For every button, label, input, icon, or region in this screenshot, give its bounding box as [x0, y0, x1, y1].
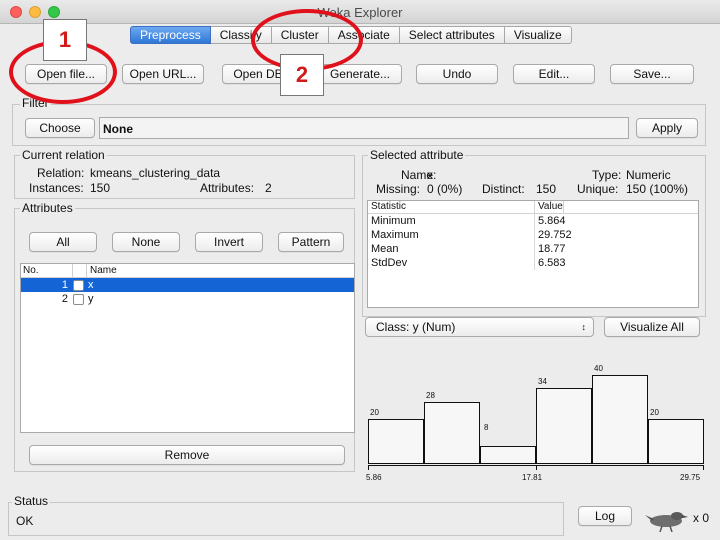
attribute-name: y	[88, 293, 94, 305]
table-row[interactable]: Maximum 29.752	[368, 228, 698, 242]
histogram-bar-label: 34	[538, 377, 547, 386]
status-label: Status	[12, 494, 51, 508]
attribute-name: x	[88, 279, 94, 291]
instances-label: Instances:	[29, 181, 84, 195]
attr-unique-label: Unique:	[577, 182, 619, 196]
statistic-value: 18.77	[538, 243, 566, 255]
statistics-table: Statistic Value Minimum 5.864 Maximum 29…	[367, 200, 699, 308]
attribute-checkbox[interactable]	[73, 279, 84, 291]
histogram-tick	[703, 465, 704, 470]
table-row[interactable]: Minimum 5.864	[368, 214, 698, 228]
attributes-table-header: No. Name	[21, 264, 354, 278]
invert-selection-button[interactable]: Invert	[195, 232, 263, 252]
filter-value-field[interactable]: None	[99, 117, 629, 139]
current-relation-label: Current relation	[20, 148, 107, 162]
statistic-value: 6.583	[538, 257, 566, 269]
log-button[interactable]: Log	[578, 506, 632, 526]
weka-bird-icon[interactable]	[644, 506, 688, 533]
attributes-table: No. Name 1 x 2 y	[20, 263, 355, 433]
histogram-tick	[368, 465, 369, 470]
histogram-bar	[648, 419, 704, 464]
save-button[interactable]: Save...	[610, 64, 694, 84]
attr-missing-label: Missing:	[376, 182, 421, 196]
statistic-name: StdDev	[368, 256, 535, 270]
open-url-button[interactable]: Open URL...	[122, 64, 204, 84]
histogram-bar-label: 40	[594, 364, 603, 373]
x-tick-min: 5.86	[366, 473, 382, 482]
histogram-plot: 20 28 8 34 40 20	[362, 345, 706, 485]
attr-distinct-value: 150	[536, 182, 557, 196]
column-header-value[interactable]: Value	[535, 201, 564, 213]
class-select-value: Class: y (Num)	[376, 320, 456, 334]
window-title: Weka Explorer	[317, 5, 403, 20]
column-header-checkbox	[73, 264, 87, 277]
task-count: x 0	[693, 511, 710, 525]
pattern-button[interactable]: Pattern	[278, 232, 344, 252]
attr-distinct-label: Distinct:	[482, 182, 525, 196]
attr-missing-value: 0 (0%)	[427, 182, 463, 196]
table-row[interactable]: Mean 18.77	[368, 242, 698, 256]
table-row[interactable]: 1 x	[21, 278, 354, 292]
statistics-table-header: Statistic Value	[368, 201, 698, 214]
histogram-bar	[592, 375, 648, 464]
status-panel	[8, 502, 564, 536]
histogram-bar-label: 8	[484, 423, 489, 432]
relation-value: kmeans_clustering_data	[90, 166, 221, 180]
tab-select-attributes[interactable]: Select attributes	[399, 26, 505, 44]
apply-filter-button[interactable]: Apply	[636, 118, 698, 138]
annotation-number-two: 2	[280, 54, 324, 96]
histogram-bar	[480, 446, 536, 464]
histogram-tick	[536, 465, 537, 470]
x-tick-max: 29.75	[680, 473, 701, 482]
tab-preprocess[interactable]: Preprocess	[130, 26, 211, 44]
attributes-count-value: 2	[265, 181, 272, 195]
column-header-no[interactable]: No.	[21, 264, 73, 277]
choose-filter-button[interactable]: Choose	[25, 118, 95, 138]
table-row[interactable]: StdDev 6.583	[368, 256, 698, 270]
statistic-value: 29.752	[538, 229, 572, 241]
status-text: OK	[16, 514, 34, 528]
column-header-statistic[interactable]: Statistic	[368, 201, 535, 213]
attr-type-label: Type:	[592, 168, 622, 182]
select-none-button[interactable]: None	[112, 232, 180, 252]
class-attribute-select[interactable]: Class: y (Num) ↕	[365, 317, 594, 337]
x-tick-mid: 17.81	[522, 473, 543, 482]
attribute-number: 1	[61, 279, 68, 291]
histogram-bar-label: 28	[426, 391, 435, 400]
histogram[interactable]: 20 28 8 34 40 20 5.86 17.81 29.75	[362, 345, 706, 485]
annotation-number-one: 1	[43, 19, 87, 61]
statistic-name: Mean	[368, 242, 535, 256]
statistic-name: Maximum	[368, 228, 535, 242]
attribute-number: 2	[61, 293, 68, 305]
histogram-bar	[424, 402, 480, 464]
statistic-name: Minimum	[368, 214, 535, 228]
attributes-label: Attributes	[20, 201, 75, 215]
attr-type-value: Numeric	[626, 168, 671, 182]
attr-unique-value: 150 (100%)	[626, 182, 689, 196]
instances-value: 150	[90, 181, 111, 195]
histogram-bar	[368, 419, 424, 464]
visualize-all-button[interactable]: Visualize All	[604, 317, 700, 337]
selected-attribute-label: Selected attribute	[368, 148, 466, 162]
updown-chevron-icon: ↕	[581, 322, 587, 332]
edit-button[interactable]: Edit...	[513, 64, 595, 84]
statistic-value: 5.864	[538, 215, 566, 227]
attr-name-value: x	[427, 168, 433, 182]
select-all-button[interactable]: All	[29, 232, 97, 252]
relation-label: Relation:	[37, 166, 85, 180]
histogram-bar	[536, 388, 592, 464]
table-row[interactable]: 2 y	[21, 292, 354, 306]
remove-attribute-button[interactable]: Remove	[29, 445, 345, 465]
attribute-checkbox[interactable]	[73, 293, 84, 305]
histogram-bar-label: 20	[650, 408, 659, 417]
tab-visualize[interactable]: Visualize	[504, 26, 572, 44]
histogram-bar-label: 20	[370, 408, 379, 417]
column-header-name[interactable]: Name	[87, 264, 117, 277]
undo-button[interactable]: Undo	[416, 64, 498, 84]
attributes-count-label: Attributes:	[200, 181, 255, 195]
